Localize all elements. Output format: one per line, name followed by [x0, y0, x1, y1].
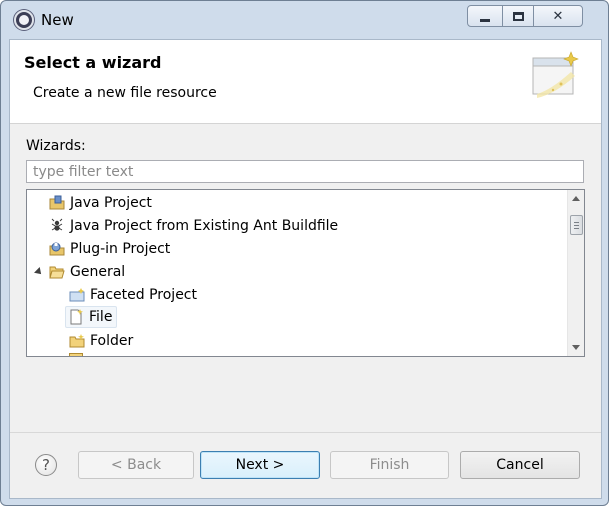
- wizards-label: Wizards:: [26, 138, 86, 154]
- header-description: Create a new file resource: [33, 85, 217, 101]
- new-wizard-window: New ✕ Select a wizard Create a new file …: [0, 0, 609, 506]
- scroll-up-button[interactable]: [568, 190, 584, 207]
- folder-open-icon: [49, 266, 65, 279]
- partial-tree-item-icon: [69, 353, 83, 356]
- tree-item-label: Folder: [90, 333, 134, 349]
- wizard-banner-icon: [532, 51, 579, 98]
- minimize-button[interactable]: [467, 5, 503, 27]
- tree-item-ant-project[interactable]: Java Project from Existing Ant Buildfile: [49, 215, 338, 237]
- header-title: Select a wizard: [24, 53, 162, 72]
- java-project-icon: [49, 195, 65, 210]
- title-bar[interactable]: New ✕: [1, 1, 608, 39]
- scroll-down-icon: [572, 345, 580, 350]
- tree-item-faceted-project[interactable]: Faceted Project: [69, 284, 197, 306]
- help-icon: ?: [42, 456, 50, 474]
- back-button[interactable]: < Back: [78, 451, 194, 479]
- window-title: New: [41, 11, 74, 29]
- filter-input[interactable]: [26, 160, 584, 183]
- scroll-up-icon: [572, 196, 580, 201]
- tree-scrollbar[interactable]: [567, 190, 584, 356]
- ant-buildfile-icon: [51, 218, 63, 231]
- expand-arrow-icon[interactable]: [33, 264, 49, 280]
- close-button[interactable]: ✕: [533, 5, 583, 27]
- tree-item-folder[interactable]: Folder: [69, 330, 133, 352]
- maximize-button[interactable]: [502, 5, 534, 27]
- close-icon: ✕: [552, 8, 564, 24]
- tree-item-general[interactable]: General: [33, 261, 125, 283]
- folder-icon: [69, 334, 85, 348]
- tree-item-label: Java Project from Existing Ant Buildfile: [70, 218, 339, 234]
- cancel-button[interactable]: Cancel: [460, 451, 580, 479]
- button-bar-separator: [10, 432, 601, 433]
- tree-item-label: Faceted Project: [90, 287, 197, 303]
- tree-item-label: General: [70, 264, 126, 280]
- file-icon: [70, 309, 83, 325]
- next-button[interactable]: Next >: [200, 451, 320, 479]
- help-button[interactable]: ?: [35, 454, 57, 476]
- wizard-tree[interactable]: Java Project Java Project from Existing …: [26, 189, 585, 357]
- dialog-content: Select a wizard Create a new file resour…: [9, 39, 602, 499]
- tree-item-label: Java Project: [70, 195, 152, 211]
- wizard-header: Select a wizard Create a new file resour…: [10, 40, 601, 124]
- tree-item-java-project[interactable]: Java Project: [49, 192, 152, 214]
- tree-item-label: File: [89, 309, 113, 325]
- scroll-thumb[interactable]: [570, 215, 583, 235]
- plugin-project-icon: [49, 242, 65, 256]
- minimize-icon: [480, 18, 490, 22]
- eclipse-icon: [14, 10, 34, 30]
- tree-item-label: Plug-in Project: [70, 241, 171, 257]
- scroll-down-button[interactable]: [568, 339, 584, 356]
- faceted-project-icon: [69, 288, 85, 302]
- maximize-icon: [512, 11, 524, 21]
- tree-item-file[interactable]: File: [65, 306, 118, 328]
- finish-button[interactable]: Finish: [330, 451, 449, 479]
- tree-item-plugin-project[interactable]: Plug-in Project: [49, 238, 170, 260]
